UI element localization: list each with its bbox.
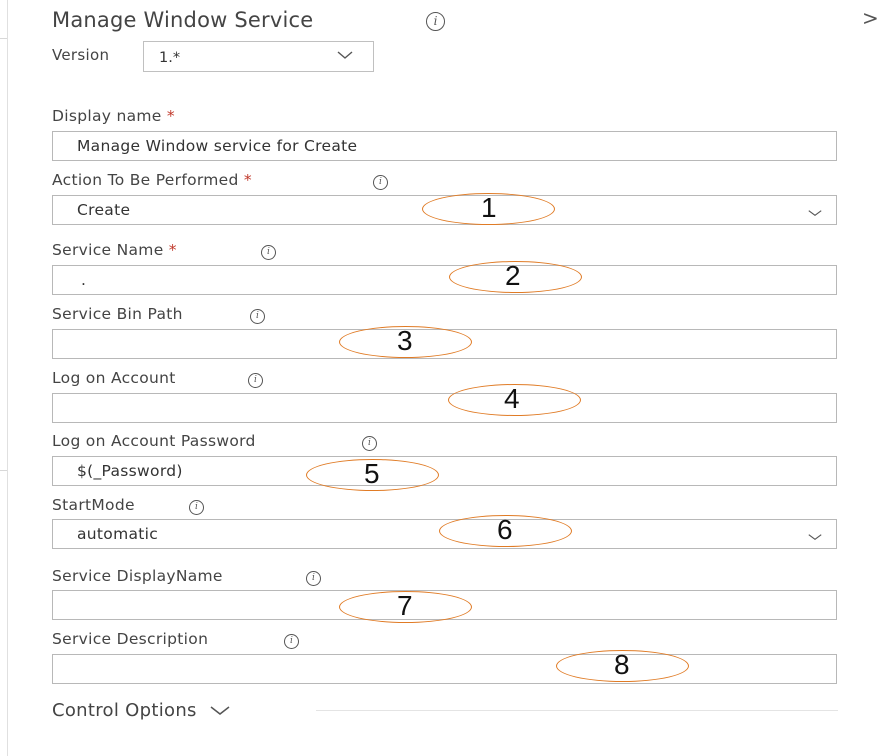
info-icon[interactable]: i [426,12,445,31]
annotation-number: 4 [504,383,520,414]
info-icon[interactable]: i [250,309,265,324]
service-name-input[interactable]: . [52,265,837,295]
annotation-number: 5 [364,458,380,489]
info-icon[interactable]: i [306,571,321,586]
info-icon[interactable]: i [248,373,263,388]
chevron-right-icon[interactable]: > [862,6,879,30]
info-icon[interactable]: i [373,175,388,190]
log-on-account-input[interactable] [52,393,837,423]
info-icon[interactable]: i [189,500,204,515]
info-icon[interactable]: i [362,436,377,451]
edge-divider [0,38,7,39]
action-label: Action To Be Performed * [52,171,252,189]
log-on-password-label: Log on Account Password [52,432,256,450]
control-options-toggle[interactable]: Control Options [52,700,231,721]
log-on-account-label: Log on Account [52,369,176,387]
info-icon[interactable]: i [261,245,276,260]
startmode-label: StartMode [52,496,135,514]
version-value: 1.* [159,50,181,66]
version-select[interactable]: 1.* [143,41,374,72]
version-label: Version [52,46,110,64]
annotation-number: 7 [397,590,413,621]
chevron-down-icon [808,534,822,541]
annotation-number: 2 [505,260,521,291]
display-name-label: Display name * [52,107,175,125]
service-description-input[interactable] [52,654,837,684]
annotation-number: 6 [497,514,513,545]
display-name-input[interactable]: Manage Window service for Create [52,131,837,161]
info-icon[interactable]: i [284,634,299,649]
left-panel-edge [0,0,8,756]
service-displayname-label: Service DisplayName [52,567,223,585]
service-bin-path-label: Service Bin Path [52,305,183,323]
annotation-number: 1 [481,192,497,223]
service-description-label: Service Description [52,630,209,648]
service-name-label: Service Name * [52,241,177,259]
panel-title: Manage Window Service [52,8,314,32]
chevron-down-icon [210,706,230,715]
annotation-number: 8 [614,649,630,680]
log-on-password-input[interactable]: $(_Password) [52,456,837,486]
chevron-down-icon [808,210,822,217]
edge-divider [0,470,7,471]
annotation-number: 3 [397,325,413,356]
chevron-down-icon [337,51,353,59]
divider [316,710,838,711]
